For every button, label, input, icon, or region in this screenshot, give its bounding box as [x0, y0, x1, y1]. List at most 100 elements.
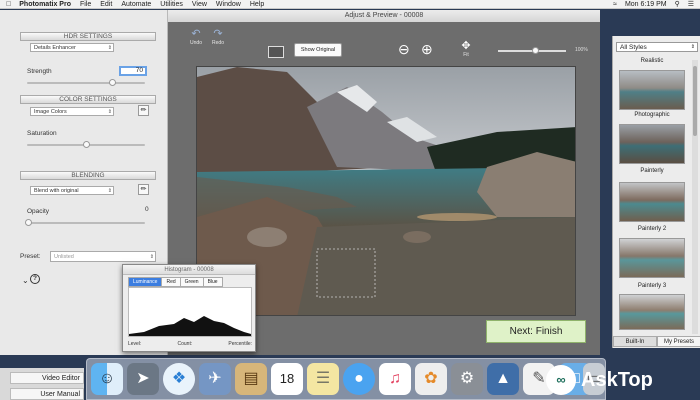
calendar-icon[interactable]: 18 [271, 363, 303, 395]
notes-icon[interactable]: ▤ [235, 363, 267, 395]
method-select[interactable]: Details Enhancer ⇕ [30, 43, 114, 52]
styles-select[interactable]: All Styles ⇕ [616, 42, 698, 52]
style-thumb-realistic[interactable] [619, 70, 685, 110]
preview-icon[interactable]: ✈ [199, 363, 231, 395]
hdr-settings-header[interactable]: HDR SETTINGS [20, 32, 156, 41]
undo-icon: ↶ [191, 28, 201, 40]
photos-icon[interactable]: ✿ [415, 363, 447, 395]
tab-built-in[interactable]: Built-In [613, 336, 657, 347]
select-arrows-icon: ⇕ [690, 44, 695, 50]
strength-input[interactable]: 70 [119, 66, 147, 76]
search-icon[interactable]: ⚲ [675, 0, 680, 8]
menubar-clock[interactable]: Mon 6:19 PM [625, 1, 667, 8]
fit-button[interactable]: ✥ Fit [458, 40, 474, 58]
menubar:  Photomatix Pro File Edit Automate Util… [0, 0, 700, 9]
histogram-title: Histogram - 00008 [123, 265, 255, 275]
menu-app-name[interactable]: Photomatix Pro [19, 1, 71, 8]
settings-icon[interactable]: ⚙ [451, 363, 483, 395]
menu-file[interactable]: File [80, 1, 91, 8]
watermark-text: AskTop [581, 368, 653, 391]
dock: ☺ ➤ ❖ ✈ ▤ 18 ☰ ● ♫ ✿ ⚙ ▲ ✎ □ ▭ [86, 358, 606, 400]
opacity-slider-knob[interactable] [25, 219, 32, 226]
preset-label: Preset: [20, 253, 41, 260]
saturation-label: Saturation [27, 130, 57, 137]
menubar-status-area: ≈ Mon 6:19 PM ⚲ ☰ [613, 0, 700, 9]
histogram-count: Count: [177, 341, 193, 347]
menu-view[interactable]: View [192, 1, 207, 8]
style-label-realistic: Realistic [640, 58, 664, 64]
fit-label: Fit [463, 52, 469, 58]
styles-tabs: Built-In My Presets [613, 336, 700, 347]
menu-automate[interactable]: Automate [121, 1, 151, 8]
menu-utilities[interactable]: Utilities [160, 1, 183, 8]
color-settings-header[interactable]: COLOR SETTINGS [20, 95, 156, 104]
list-icon[interactable]: ☰ [688, 0, 694, 8]
select-arrows-icon: ⇕ [107, 109, 112, 115]
styles-scrollbar[interactable] [692, 60, 698, 334]
preset-value: Unlisted [54, 254, 74, 260]
wifi-icon[interactable]: ≈ [613, 1, 617, 8]
strength-slider-knob[interactable] [109, 79, 116, 86]
style-thumb-painterly-3[interactable] [619, 294, 685, 330]
launchpad-icon[interactable]: ➤ [127, 363, 159, 395]
music-icon[interactable]: ♫ [379, 363, 411, 395]
strength-label: Strength [27, 68, 52, 75]
styles-scrollbar-thumb[interactable] [693, 66, 697, 136]
menu-window[interactable]: Window [216, 1, 241, 8]
color-picker-icon[interactable]: ✏ [138, 105, 149, 116]
user-manual-item[interactable]: User Manual [10, 388, 84, 400]
apple-icon[interactable]:  [6, 1, 11, 8]
tab-red[interactable]: Red [161, 277, 181, 287]
style-thumb-painterly-2[interactable] [619, 238, 685, 278]
redo-label: Redo [212, 40, 224, 46]
tab-blue[interactable]: Blue [202, 277, 223, 287]
help-icon[interactable]: ? [30, 274, 40, 284]
strength-slider[interactable] [27, 79, 145, 86]
preview-toolbar: ↶ Undo ↷ Redo Show Original ⊖ ⊕ ✥ Fit 10… [168, 22, 600, 70]
histogram-window: Histogram - 00008 Luminance Red Green Bl… [122, 264, 256, 352]
style-label-painterly-3: Painterly 3 [637, 283, 667, 289]
blend-mode-select[interactable]: Blend with original ⇕ [30, 186, 114, 195]
preset-select[interactable]: Unlisted ⇕ [50, 251, 156, 262]
video-editor-item[interactable]: Video Editor [10, 372, 84, 384]
photomatix-icon[interactable]: ▲ [487, 363, 519, 395]
zoom-slider-knob[interactable] [532, 47, 539, 54]
undo-button[interactable]: ↶ Undo [188, 28, 204, 46]
safari-icon[interactable]: ❖ [163, 363, 195, 395]
calendar-day: 18 [279, 371, 295, 386]
watermark-logo-icon: ∞ [546, 365, 576, 395]
color-mode-select[interactable]: Image Colors ⇕ [30, 107, 114, 116]
stickies-icon[interactable]: ☰ [307, 363, 339, 395]
watermark: ∞ AskTop [546, 364, 700, 396]
styles-select-value: All Styles [620, 44, 647, 51]
histogram-level: Level: [128, 341, 142, 347]
histogram-graph[interactable] [128, 287, 252, 337]
style-thumb-photographic[interactable] [619, 124, 685, 164]
tab-green[interactable]: Green [179, 277, 204, 287]
blending-header[interactable]: BLENDING [20, 171, 156, 180]
style-label-photographic: Photographic [634, 112, 670, 118]
compare-toggle-icon[interactable] [268, 46, 284, 58]
tab-my-presets[interactable]: My Presets [657, 336, 700, 347]
menu-help[interactable]: Help [250, 1, 264, 8]
next-finish-button[interactable]: Next: Finish [486, 320, 586, 343]
redo-button[interactable]: ↷ Redo [210, 28, 226, 46]
style-thumb-painterly[interactable] [619, 182, 685, 222]
menu-edit[interactable]: Edit [100, 1, 112, 8]
style-label-painterly-2: Painterly 2 [637, 226, 667, 232]
tab-luminance[interactable]: Luminance [128, 277, 163, 287]
saturation-slider[interactable] [27, 141, 145, 148]
saturation-slider-knob[interactable] [83, 141, 90, 148]
redo-icon: ↷ [213, 28, 223, 40]
finder-icon[interactable]: ☺ [91, 363, 123, 395]
styles-panel: All Styles ⇕ Realistic Photographic Pain… [612, 36, 700, 348]
zoom-slider[interactable] [498, 47, 566, 54]
blend-picker-icon[interactable]: ✏ [138, 184, 149, 195]
histogram-percentile: Percentile: [228, 341, 252, 347]
collapse-chevron-icon[interactable]: ⌄ [22, 276, 29, 285]
messages-icon[interactable]: ● [343, 363, 375, 395]
zoom-in-icon[interactable]: ⊕ [421, 42, 433, 56]
show-original-button[interactable]: Show Original [294, 43, 342, 57]
opacity-slider[interactable] [25, 219, 145, 226]
zoom-out-icon[interactable]: ⊖ [398, 42, 410, 56]
